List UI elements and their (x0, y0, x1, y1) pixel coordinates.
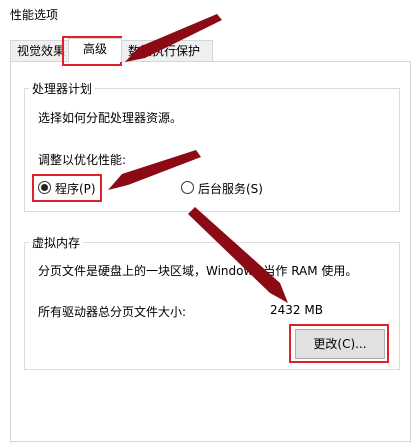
tab-advanced[interactable]: 高级 (68, 38, 122, 62)
programs-radio[interactable] (38, 181, 51, 194)
paging-file-description: 分页文件是硬盘上的一块区域，Windows 当作 RAM 使用。 (38, 264, 358, 278)
processor-scheduling-legend: 处理器计划 (32, 82, 93, 96)
total-paging-size-label: 所有驱动器总分页文件大小: (38, 305, 187, 319)
total-paging-size-value: 2432 MB (270, 303, 323, 317)
radio-selected-dot (41, 184, 48, 191)
tab-data-execution-prevention[interactable]: 数据执行保护 (121, 40, 213, 61)
adjust-performance-label: 调整以优化性能: (38, 153, 127, 167)
processor-scheduling-description: 选择如何分配处理器资源。 (38, 111, 183, 125)
virtual-memory-legend: 虚拟内存 (32, 236, 81, 250)
programs-radio-label[interactable]: 程序(P) (55, 180, 96, 197)
window-title: 性能选项 (10, 8, 59, 22)
window-bottom-edge (10, 441, 411, 442)
tab-visual-effects[interactable]: 视觉效果 (10, 40, 70, 61)
background-services-radio-label[interactable]: 后台服务(S) (198, 180, 263, 197)
background-services-radio[interactable] (181, 181, 194, 194)
change-virtual-memory-button[interactable]: 更改(C)... (295, 329, 385, 359)
